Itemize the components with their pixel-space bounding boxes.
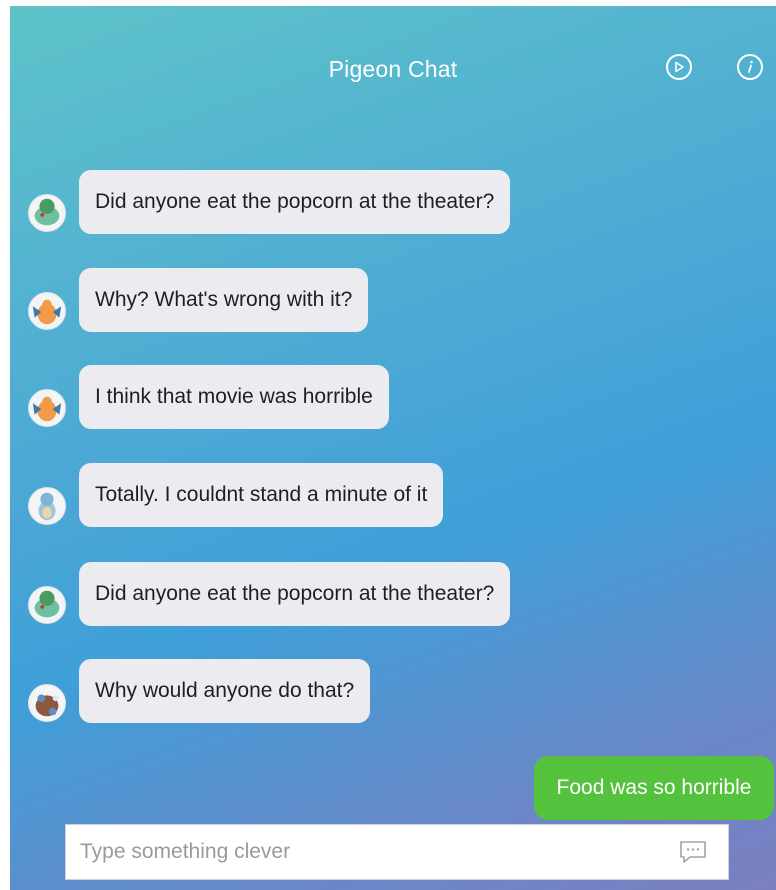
message-bubble: I think that movie was horrible [79, 365, 389, 429]
message-bubble: Totally. I couldnt stand a minute of it [79, 463, 444, 527]
message-bubble: Did anyone eat the popcorn at the theate… [79, 562, 511, 626]
message-composer [65, 824, 729, 880]
message-input[interactable] [66, 825, 678, 879]
blastoise-avatar[interactable] [28, 684, 66, 722]
outgoing-message-bubble: Food was so horrible [534, 756, 774, 820]
chat-bubble-icon[interactable] [678, 839, 708, 865]
message-bubble: Did anyone eat the popcorn at the theate… [79, 170, 511, 234]
charizard-avatar[interactable] [28, 389, 66, 427]
charizard-avatar[interactable] [28, 292, 66, 330]
info-icon[interactable] [737, 54, 763, 80]
squirtle-avatar[interactable] [28, 487, 66, 525]
bulbasaur-avatar[interactable] [28, 194, 66, 232]
bulbasaur-avatar[interactable] [28, 586, 66, 624]
play-icon[interactable] [666, 54, 692, 80]
chat-window: Pigeon Chat Did anyone eat the popcorn a… [10, 6, 776, 890]
message-bubble: Why would anyone do that? [79, 659, 371, 723]
page-title: Pigeon Chat [328, 56, 458, 82]
message-bubble: Why? What's wrong with it? [79, 268, 369, 332]
